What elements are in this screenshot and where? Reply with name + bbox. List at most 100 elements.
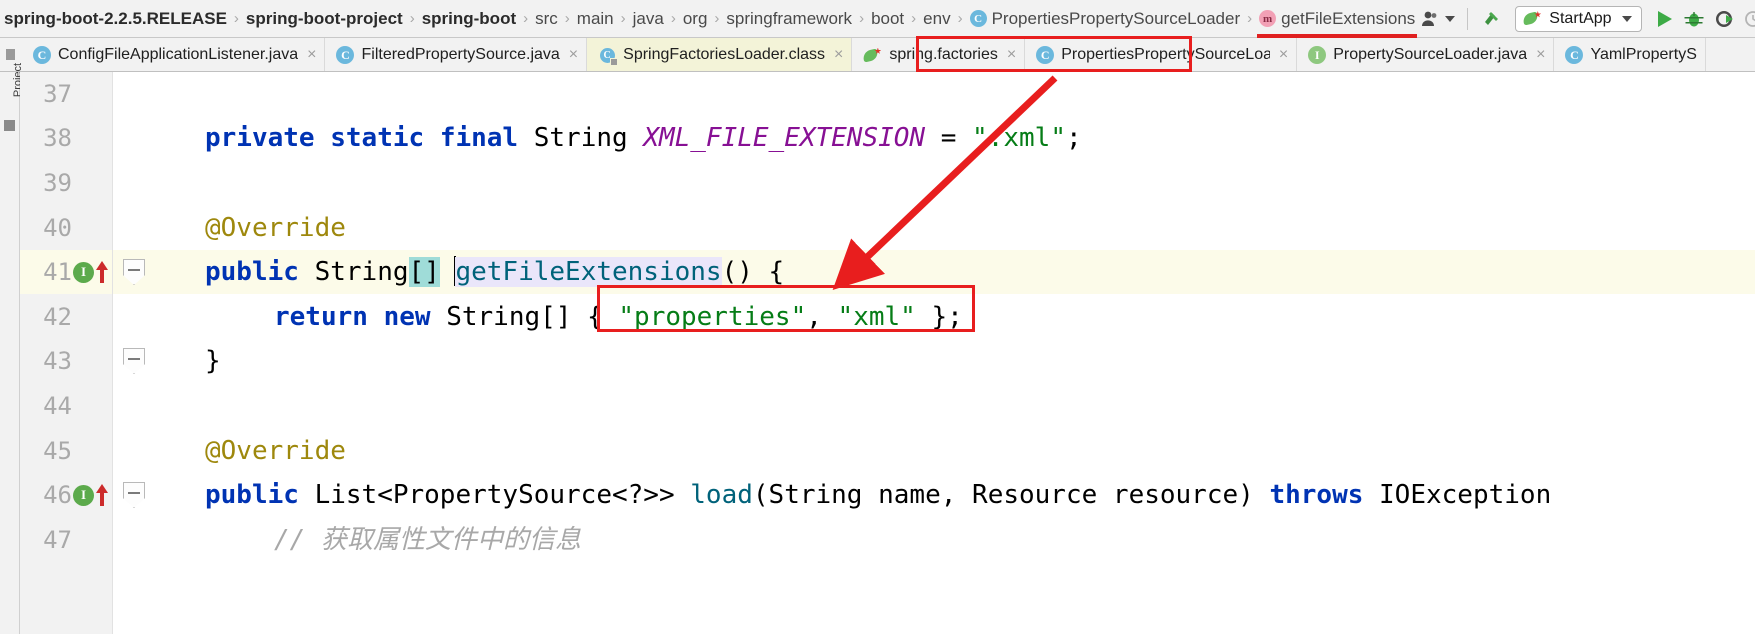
token-type-exception: IOException [1379,480,1552,510]
breadcrumb-item-project[interactable]: spring-boot-2.2.5.RELEASE [2,9,229,29]
token-array-brackets-highlighted: [] [408,257,440,287]
breadcrumb-item-method[interactable]: m getFileExtensions [1257,9,1418,38]
tab-label: SpringFactoriesLoader.class [623,46,826,63]
close-icon[interactable]: × [1536,47,1545,63]
run-configuration-name: StartApp [1549,9,1612,27]
editor-tab-propertysourceloader[interactable]: I PropertySourceLoader.java × [1297,38,1555,71]
spring-leaf-icon [1522,10,1542,27]
fold-collapse-icon[interactable] [123,348,145,374]
toolbar-divider [1467,7,1469,30]
breadcrumb-item-submodule[interactable]: spring-boot [420,9,518,29]
token-punct: ; [1065,123,1082,153]
code-editor[interactable]: 37 38 39 40 41 I 42 43 44 45 46 I 47 pri… [20,72,1755,634]
gutter-row: 38 [20,116,112,160]
gutter-row: 46 I [20,473,112,517]
override-arrow-icon[interactable] [96,484,108,506]
breadcrumb-item-src[interactable]: src [533,9,560,29]
editor-tab-yamlpropertysourceloader[interactable]: C YamlPropertyS [1554,38,1706,71]
run-with-coverage-icon[interactable] [1710,4,1738,34]
token-keyword: return [274,302,384,332]
gutter-row: 40 [20,206,112,250]
editor-tab-filteredpropertysource[interactable]: C FilteredPropertySource.java × [325,38,588,71]
code-row [151,72,1755,116]
code-folding-gutter[interactable] [113,72,151,634]
breadcrumb-label: src [535,8,558,28]
person-icon-svg [1422,11,1437,26]
fold-row [113,339,151,383]
editor-gutter[interactable]: 37 38 39 40 41 I 42 43 44 45 46 I 47 [20,72,113,634]
close-icon[interactable]: × [1007,47,1016,63]
token-type: String [314,257,409,287]
java-class-icon: C [336,46,355,64]
tab-label: PropertySourceLoader.java [1333,46,1528,63]
code-row: } [151,339,1755,383]
close-icon[interactable]: × [1279,47,1288,63]
breadcrumb-item-main[interactable]: main [575,9,616,29]
hammer-icon-svg [1485,11,1499,25]
token-operator: = [925,123,973,153]
gutter-row: 37 [20,72,112,116]
gutter-row: 43 [20,339,112,383]
code-row: @Override [151,206,1755,250]
code-row: // 获取属性文件中的信息 [151,518,1755,562]
gutter-marker-group[interactable]: I [73,250,108,294]
tab-label: spring.factories [889,46,998,63]
implementing-method-icon[interactable]: I [73,261,94,283]
code-line-47: // 获取属性文件中的信息 [274,518,581,562]
fold-collapse-icon[interactable] [123,482,145,508]
breadcrumb-item-env[interactable]: env [921,9,952,29]
breadcrumb-item-java[interactable]: java [631,9,666,29]
run-configuration-selector[interactable]: StartApp [1515,5,1642,32]
close-icon[interactable]: × [307,47,316,63]
gutter-row: 45 [20,429,112,473]
breadcrumb-label: env [923,8,951,28]
editor-tab-propertiespropertysourceloader[interactable]: C PropertiesPropertySourceLoader.java × [1025,38,1298,71]
breadcrumb-separator-icon: › [714,10,720,27]
breadcrumb-label: boot [871,8,905,28]
left-tool-window-strip: Project [0,63,24,634]
java-class-icon: C [33,46,51,64]
token-keyword: static [330,123,440,153]
person-icon[interactable] [1417,4,1458,34]
tab-label: ConfigFileApplicationListener.java [58,46,299,63]
code-row: @Override [151,429,1755,473]
run-triangle-icon-svg [1657,10,1672,27]
run-icon[interactable] [1650,4,1678,34]
code-row-partial [151,562,1755,592]
code-text-area[interactable]: private static final String XML_FILE_EXT… [151,72,1755,634]
line-number: 38 [43,124,72,152]
class-badge-icon: C [969,10,987,27]
breadcrumb-item-module[interactable]: spring-boot-project [244,9,405,29]
breadcrumb-item-class[interactable]: C PropertiesPropertySourceLoader [968,9,1243,29]
token-field: XML_FILE_EXTENSION [643,123,926,153]
return-statement-highlight-annotation [597,285,975,332]
profiler-clock-icon-svg [1744,10,1755,27]
line-number: 43 [43,347,72,375]
fold-collapse-icon[interactable] [123,259,145,285]
breadcrumb-item-org[interactable]: org [681,9,710,29]
editor-tab-springfactoriesloader[interactable]: C SpringFactoriesLoader.class × [587,38,853,71]
breadcrumb-separator-icon: › [957,10,963,27]
breadcrumb-item-springframework[interactable]: springframework [724,9,854,29]
gutter-marker-group[interactable]: I [73,473,108,517]
implementing-method-icon[interactable]: I [73,484,94,506]
fold-row [113,473,151,517]
editor-tab-configfileapplicationlistener[interactable]: C ConfigFileApplicationListener.java × [22,38,326,71]
token-method-load: load [690,480,753,510]
editor-tab-spring-factories[interactable]: spring.factories × [852,38,1026,71]
editor-tab-bar: C ConfigFileApplicationListener.java × C… [0,38,1755,72]
token-type: String[] { [446,302,619,332]
code-row: public List<PropertySource<?>> load(Stri… [151,473,1755,517]
debug-icon[interactable] [1680,4,1708,34]
profiler-icon[interactable] [1740,4,1755,34]
close-icon[interactable]: × [834,47,843,63]
breadcrumb-item-boot[interactable]: boot [869,9,906,29]
close-icon[interactable]: × [569,47,578,63]
token-keyword: final [439,123,534,153]
build-icon[interactable] [1477,4,1507,34]
token-method-name-highlighted: getFileExtensions [455,257,722,287]
breadcrumb-separator-icon: › [409,10,415,27]
override-arrow-icon[interactable] [96,261,108,283]
token-keyword: private [205,123,331,153]
code-line-40: @Override [205,206,346,250]
